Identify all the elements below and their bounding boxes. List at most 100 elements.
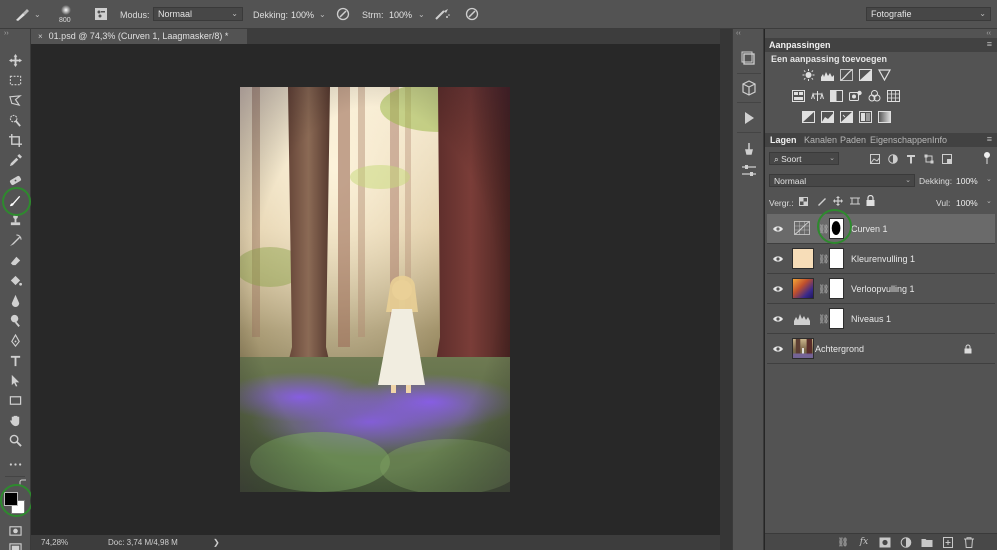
hand-tool-icon[interactable] xyxy=(6,412,24,428)
layer-row-curves[interactable]: ⛓ Curven 1 xyxy=(767,214,995,244)
layers-menu-icon[interactable]: ≡ xyxy=(987,134,992,144)
filter-adjustment-icon[interactable] xyxy=(888,154,898,164)
pressure-opacity-icon[interactable] xyxy=(336,7,350,21)
paint-bucket-tool-icon[interactable] xyxy=(6,272,24,288)
visibility-eye-icon[interactable] xyxy=(773,224,783,234)
foreground-color-swatch[interactable] xyxy=(4,492,18,506)
brush-tool-preset-icon[interactable] xyxy=(14,8,30,22)
layer-name[interactable]: Niveaus 1 xyxy=(851,314,891,324)
mask-link-icon[interactable]: ⛓ xyxy=(818,224,829,235)
layer-row-gradient-fill[interactable]: ⛓ Verloopvulling 1 xyxy=(767,274,995,304)
brush-preview-icon[interactable] xyxy=(59,4,73,16)
adjustments-tab[interactable]: Aanpassingen xyxy=(769,40,831,50)
visibility-eye-icon[interactable] xyxy=(773,284,783,294)
swap-colors-icon[interactable] xyxy=(19,479,27,487)
brush-presets-icon[interactable] xyxy=(739,141,759,159)
eraser-tool-icon[interactable] xyxy=(6,252,24,268)
layer-mask-thumbnail[interactable] xyxy=(829,278,844,299)
airbrush-icon[interactable] xyxy=(434,7,450,21)
document-tab[interactable]: × 01.psd @ 74,3% (Curven 1, Laagmasker/8)… xyxy=(31,29,247,44)
new-layer-icon[interactable] xyxy=(942,537,954,548)
mode-select[interactable]: Normaal ⌄ xyxy=(153,7,243,21)
layer-name[interactable]: Achtergrond xyxy=(815,344,864,354)
filter-shape-icon[interactable] xyxy=(924,154,934,164)
libraries-icon[interactable] xyxy=(739,50,759,68)
layer-row-levels[interactable]: ⛓ Niveaus 1 xyxy=(767,304,995,334)
filter-toggle-switch[interactable] xyxy=(982,152,992,164)
fill-chevron-icon[interactable]: ⌄ xyxy=(986,197,992,205)
properties-sliders-icon[interactable] xyxy=(739,162,759,180)
opacity-chevron-icon[interactable]: ⌄ xyxy=(319,10,326,19)
brightness-contrast-icon[interactable] xyxy=(802,69,815,81)
brush-tool-icon[interactable] xyxy=(6,192,24,208)
tab-channels[interactable]: Kanalen xyxy=(804,135,837,145)
delete-layer-trash-icon[interactable] xyxy=(963,537,975,548)
new-adjustment-layer-icon[interactable] xyxy=(900,537,912,548)
lock-artboard-icon[interactable] xyxy=(850,196,860,206)
levels-icon[interactable] xyxy=(821,69,834,81)
collapse-panels-icon[interactable]: ‹‹ xyxy=(986,30,991,37)
threshold-icon[interactable] xyxy=(840,111,853,123)
posterize-icon[interactable] xyxy=(821,111,834,123)
screen-mode-icon[interactable] xyxy=(6,540,24,550)
layer-name[interactable]: Kleurenvulling 1 xyxy=(851,254,915,264)
blur-tool-icon[interactable] xyxy=(6,292,24,308)
layer-opacity-field[interactable]: 100% xyxy=(956,176,978,186)
gradient-fill-thumbnail[interactable] xyxy=(792,278,814,299)
add-mask-icon[interactable] xyxy=(879,537,891,548)
layer-filter-select[interactable]: ⌕ Soort ⌄ xyxy=(769,152,839,165)
visibility-eye-icon[interactable] xyxy=(773,344,783,354)
crop-tool-icon[interactable] xyxy=(6,132,24,148)
exposure-icon[interactable] xyxy=(859,69,872,81)
rectangle-tool-icon[interactable] xyxy=(6,392,24,408)
opacity-field[interactable]: 100% xyxy=(291,10,314,20)
lock-image-pixels-icon[interactable] xyxy=(817,196,827,206)
expand-dock-icon[interactable]: ‹‹ xyxy=(736,30,741,37)
workspace-select[interactable]: Fotografie ⌄ xyxy=(866,7,991,21)
filter-pixel-icon[interactable] xyxy=(870,154,880,164)
background-layer-thumbnail[interactable] xyxy=(792,338,814,359)
document-canvas-photo[interactable] xyxy=(240,87,510,492)
fill-field[interactable]: 100% xyxy=(956,198,978,208)
zoom-level[interactable]: 74,28% xyxy=(41,538,68,547)
layer-name[interactable]: Verloopvulling 1 xyxy=(851,284,915,294)
layer-name[interactable]: Curven 1 xyxy=(851,224,888,234)
path-selection-tool-icon[interactable] xyxy=(6,372,24,388)
marquee-tool-icon[interactable] xyxy=(6,72,24,88)
type-tool-icon[interactable] xyxy=(6,352,24,368)
solid-fill-thumbnail[interactable] xyxy=(792,248,814,269)
zoom-tool-icon[interactable] xyxy=(6,432,24,448)
clone-stamp-tool-icon[interactable] xyxy=(6,212,24,228)
flow-field[interactable]: 100% xyxy=(389,10,412,20)
filter-type-icon[interactable] xyxy=(906,154,916,164)
channel-mixer-icon[interactable] xyxy=(868,90,881,102)
quick-mask-icon[interactable] xyxy=(6,522,24,538)
lasso-tool-icon[interactable] xyxy=(6,92,24,108)
tab-layers[interactable]: Lagen xyxy=(770,135,797,145)
quick-selection-tool-icon[interactable] xyxy=(6,112,24,128)
pen-tool-icon[interactable] xyxy=(6,332,24,348)
black-white-icon[interactable] xyxy=(830,90,843,102)
invert-icon[interactable] xyxy=(802,111,815,123)
3d-cube-icon[interactable] xyxy=(739,79,759,97)
curves-icon[interactable] xyxy=(840,68,853,82)
history-brush-tool-icon[interactable] xyxy=(6,232,24,248)
gradient-map-icon[interactable] xyxy=(878,111,891,123)
mask-link-icon[interactable]: ⛓ xyxy=(818,314,829,325)
layer-row-background[interactable]: Achtergrond xyxy=(767,334,995,364)
status-menu-arrow-icon[interactable]: ❯ xyxy=(213,538,220,547)
close-tab-icon[interactable]: × xyxy=(38,32,43,41)
brush-settings-panel-icon[interactable] xyxy=(94,7,108,21)
collapse-toolbar-icon[interactable]: ›› xyxy=(4,30,9,37)
mask-link-icon[interactable]: ⛓ xyxy=(818,284,829,295)
hue-saturation-icon[interactable] xyxy=(792,90,805,102)
layer-row-solid-fill[interactable]: ⛓ Kleurenvulling 1 xyxy=(767,244,995,274)
vibrance-icon[interactable] xyxy=(877,69,892,82)
filter-smart-object-icon[interactable] xyxy=(942,154,952,164)
move-tool-icon[interactable] xyxy=(6,52,24,68)
curves-layer-mask-thumbnail[interactable] xyxy=(829,218,844,239)
layer-opacity-chevron-icon[interactable]: ⌄ xyxy=(986,175,992,183)
layer-style-fx-icon[interactable]: fx xyxy=(858,537,870,548)
actions-play-icon[interactable] xyxy=(739,109,759,127)
mask-link-icon[interactable]: ⛓ xyxy=(818,254,829,265)
